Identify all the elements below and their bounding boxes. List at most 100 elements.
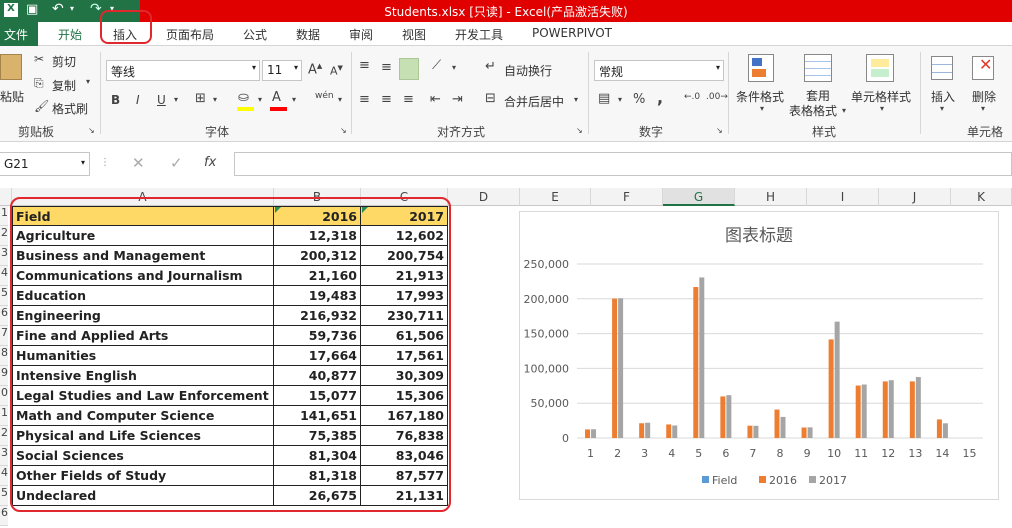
row-header[interactable]: 7 xyxy=(0,326,8,346)
delete-cells-button[interactable]: 删除 xyxy=(972,88,996,105)
insert-cells-button[interactable]: 插入 xyxy=(931,88,955,105)
underline-dropdown-icon[interactable]: ▾ xyxy=(174,95,178,104)
decrease-font-icon[interactable]: A▼ xyxy=(330,64,343,78)
row-header[interactable]: 0 xyxy=(0,386,8,406)
font-size-select[interactable]: 11 ▾ xyxy=(262,60,302,81)
conditional-format-icon[interactable] xyxy=(748,54,774,82)
copy-dropdown-icon[interactable]: ▾ xyxy=(86,77,90,86)
orientation-dropdown-icon[interactable]: ▾ xyxy=(452,63,456,72)
format-as-table-line2[interactable]: 表格格式 xyxy=(789,102,837,119)
font-color-dropdown-icon[interactable]: ▾ xyxy=(292,95,296,104)
align-left-icon[interactable]: ≡ xyxy=(359,92,370,107)
merge-center-icon[interactable]: ⊟ xyxy=(485,91,496,106)
clipboard-launcher-icon[interactable]: ↘ xyxy=(88,126,95,135)
tab-file[interactable]: 文件 xyxy=(0,22,38,46)
decrease-decimal-icon[interactable]: .00→ xyxy=(706,92,728,102)
tab-page-layout[interactable]: 页面布局 xyxy=(166,26,214,43)
wrap-text-button[interactable]: 自动换行 xyxy=(504,62,552,79)
name-box[interactable]: G21 ▾ xyxy=(0,152,90,176)
align-right-icon[interactable]: ≡ xyxy=(403,92,414,107)
phonetic-dropdown-icon[interactable]: ▾ xyxy=(338,95,342,104)
border-icon[interactable]: ⊞ xyxy=(195,91,206,106)
phonetic-button[interactable]: wén xyxy=(315,91,334,101)
row-header[interactable]: 8 xyxy=(0,346,8,366)
conditional-dropdown-icon[interactable]: ▾ xyxy=(760,104,764,113)
tab-formulas[interactable]: 公式 xyxy=(243,26,267,43)
alignment-launcher-icon[interactable]: ↘ xyxy=(576,126,583,135)
accounting-format-icon[interactable]: ▤ xyxy=(598,91,610,106)
row-header[interactable]: 4 xyxy=(0,266,8,286)
orientation-icon[interactable]: ⟋ xyxy=(432,58,441,73)
tab-home[interactable]: 开始 xyxy=(58,26,82,43)
cell-styles-icon[interactable] xyxy=(866,54,894,82)
column-header-f[interactable]: F xyxy=(591,188,663,206)
copy-icon[interactable]: ⎘ xyxy=(34,76,44,91)
column-header-e[interactable]: E xyxy=(520,188,591,206)
column-header-j[interactable]: J xyxy=(879,188,951,206)
font-launcher-icon[interactable]: ↘ xyxy=(340,126,347,135)
format-as-table-dropdown-icon[interactable]: ▾ xyxy=(842,106,846,115)
insert-cells-icon[interactable] xyxy=(931,56,953,80)
number-launcher-icon[interactable]: ↘ xyxy=(716,126,723,135)
italic-button[interactable]: I xyxy=(136,93,140,107)
fill-color-icon[interactable]: ⛀ xyxy=(238,90,249,105)
cell-styles-button[interactable]: 单元格样式 xyxy=(851,88,911,105)
align-center-icon[interactable]: ≡ xyxy=(381,92,392,107)
format-painter-icon[interactable]: 🖌 xyxy=(34,99,49,113)
paste-icon[interactable] xyxy=(0,54,22,80)
align-bottom-icon[interactable] xyxy=(399,58,419,80)
border-dropdown-icon[interactable]: ▾ xyxy=(213,95,217,104)
delete-dropdown-icon[interactable]: ▾ xyxy=(981,104,985,113)
number-format-select[interactable]: 常规 ▾ xyxy=(594,60,724,81)
row-header[interactable]: 6 xyxy=(0,506,8,526)
merge-center-button[interactable]: 合并后居中 xyxy=(504,93,564,110)
cut-button[interactable]: 剪切 xyxy=(52,53,76,70)
percent-button[interactable]: % xyxy=(633,92,645,107)
paste-button[interactable]: 粘贴 xyxy=(0,88,24,105)
cut-icon[interactable]: ✂ xyxy=(34,52,44,66)
align-top-icon[interactable]: ≡ xyxy=(359,58,370,73)
wrap-text-icon[interactable]: ↵ xyxy=(485,59,496,74)
tab-view[interactable]: 视图 xyxy=(402,26,426,43)
row-header[interactable]: 9 xyxy=(0,366,8,386)
font-color-icon[interactable]: A xyxy=(272,90,281,105)
row-header[interactable]: 3 xyxy=(0,446,8,466)
column-header-d[interactable]: D xyxy=(448,188,520,206)
row-header[interactable]: 5 xyxy=(0,486,8,506)
fill-color-dropdown-icon[interactable]: ▾ xyxy=(258,95,262,104)
row-header[interactable]: 5 xyxy=(0,286,8,306)
enter-icon[interactable]: ✓ xyxy=(170,154,183,172)
tab-insert[interactable]: 插入 xyxy=(113,26,137,43)
column-header-g[interactable]: G xyxy=(663,188,735,206)
underline-button[interactable]: U xyxy=(157,93,166,107)
tab-review[interactable]: 审阅 xyxy=(349,26,373,43)
column-header-i[interactable]: I xyxy=(807,188,879,206)
row-header[interactable]: 6 xyxy=(0,306,8,326)
conditional-format-button[interactable]: 条件格式 xyxy=(736,88,784,105)
cell-styles-dropdown-icon[interactable]: ▾ xyxy=(880,104,884,113)
copy-button[interactable]: 复制 xyxy=(52,77,76,94)
column-header-k[interactable]: K xyxy=(951,188,1012,206)
align-middle-icon[interactable]: ≡ xyxy=(381,60,392,75)
bold-button[interactable]: B xyxy=(111,93,120,107)
format-as-table-icon[interactable] xyxy=(804,54,832,82)
tab-data[interactable]: 数据 xyxy=(296,26,320,43)
row-header[interactable]: 3 xyxy=(0,246,8,266)
row-header[interactable]: 1 xyxy=(0,406,8,426)
tab-developer[interactable]: 开发工具 xyxy=(455,26,503,43)
row-header[interactable]: 2 xyxy=(0,426,8,446)
formula-input[interactable] xyxy=(234,152,1012,176)
row-header[interactable]: 4 xyxy=(0,466,8,486)
increase-indent-icon[interactable]: ⇥ xyxy=(452,92,463,107)
chart[interactable]: 图表标题 0 50,000 100,000 150,000 200,000 250,000 1… xyxy=(519,211,999,500)
row-header[interactable]: 2 xyxy=(0,226,8,246)
column-header-h[interactable]: H xyxy=(735,188,807,206)
format-painter-button[interactable]: 格式刷 xyxy=(52,100,88,117)
comma-button[interactable]: , xyxy=(657,88,663,107)
font-name-select[interactable]: 等线 ▾ xyxy=(106,60,260,81)
tab-powerpivot[interactable]: POWERPIVOT xyxy=(532,26,612,40)
insert-function-icon[interactable]: fx xyxy=(204,155,216,170)
accounting-dropdown-icon[interactable]: ▾ xyxy=(618,95,622,104)
insert-dropdown-icon[interactable]: ▾ xyxy=(940,104,944,113)
cancel-icon[interactable]: ✕ xyxy=(132,154,145,172)
